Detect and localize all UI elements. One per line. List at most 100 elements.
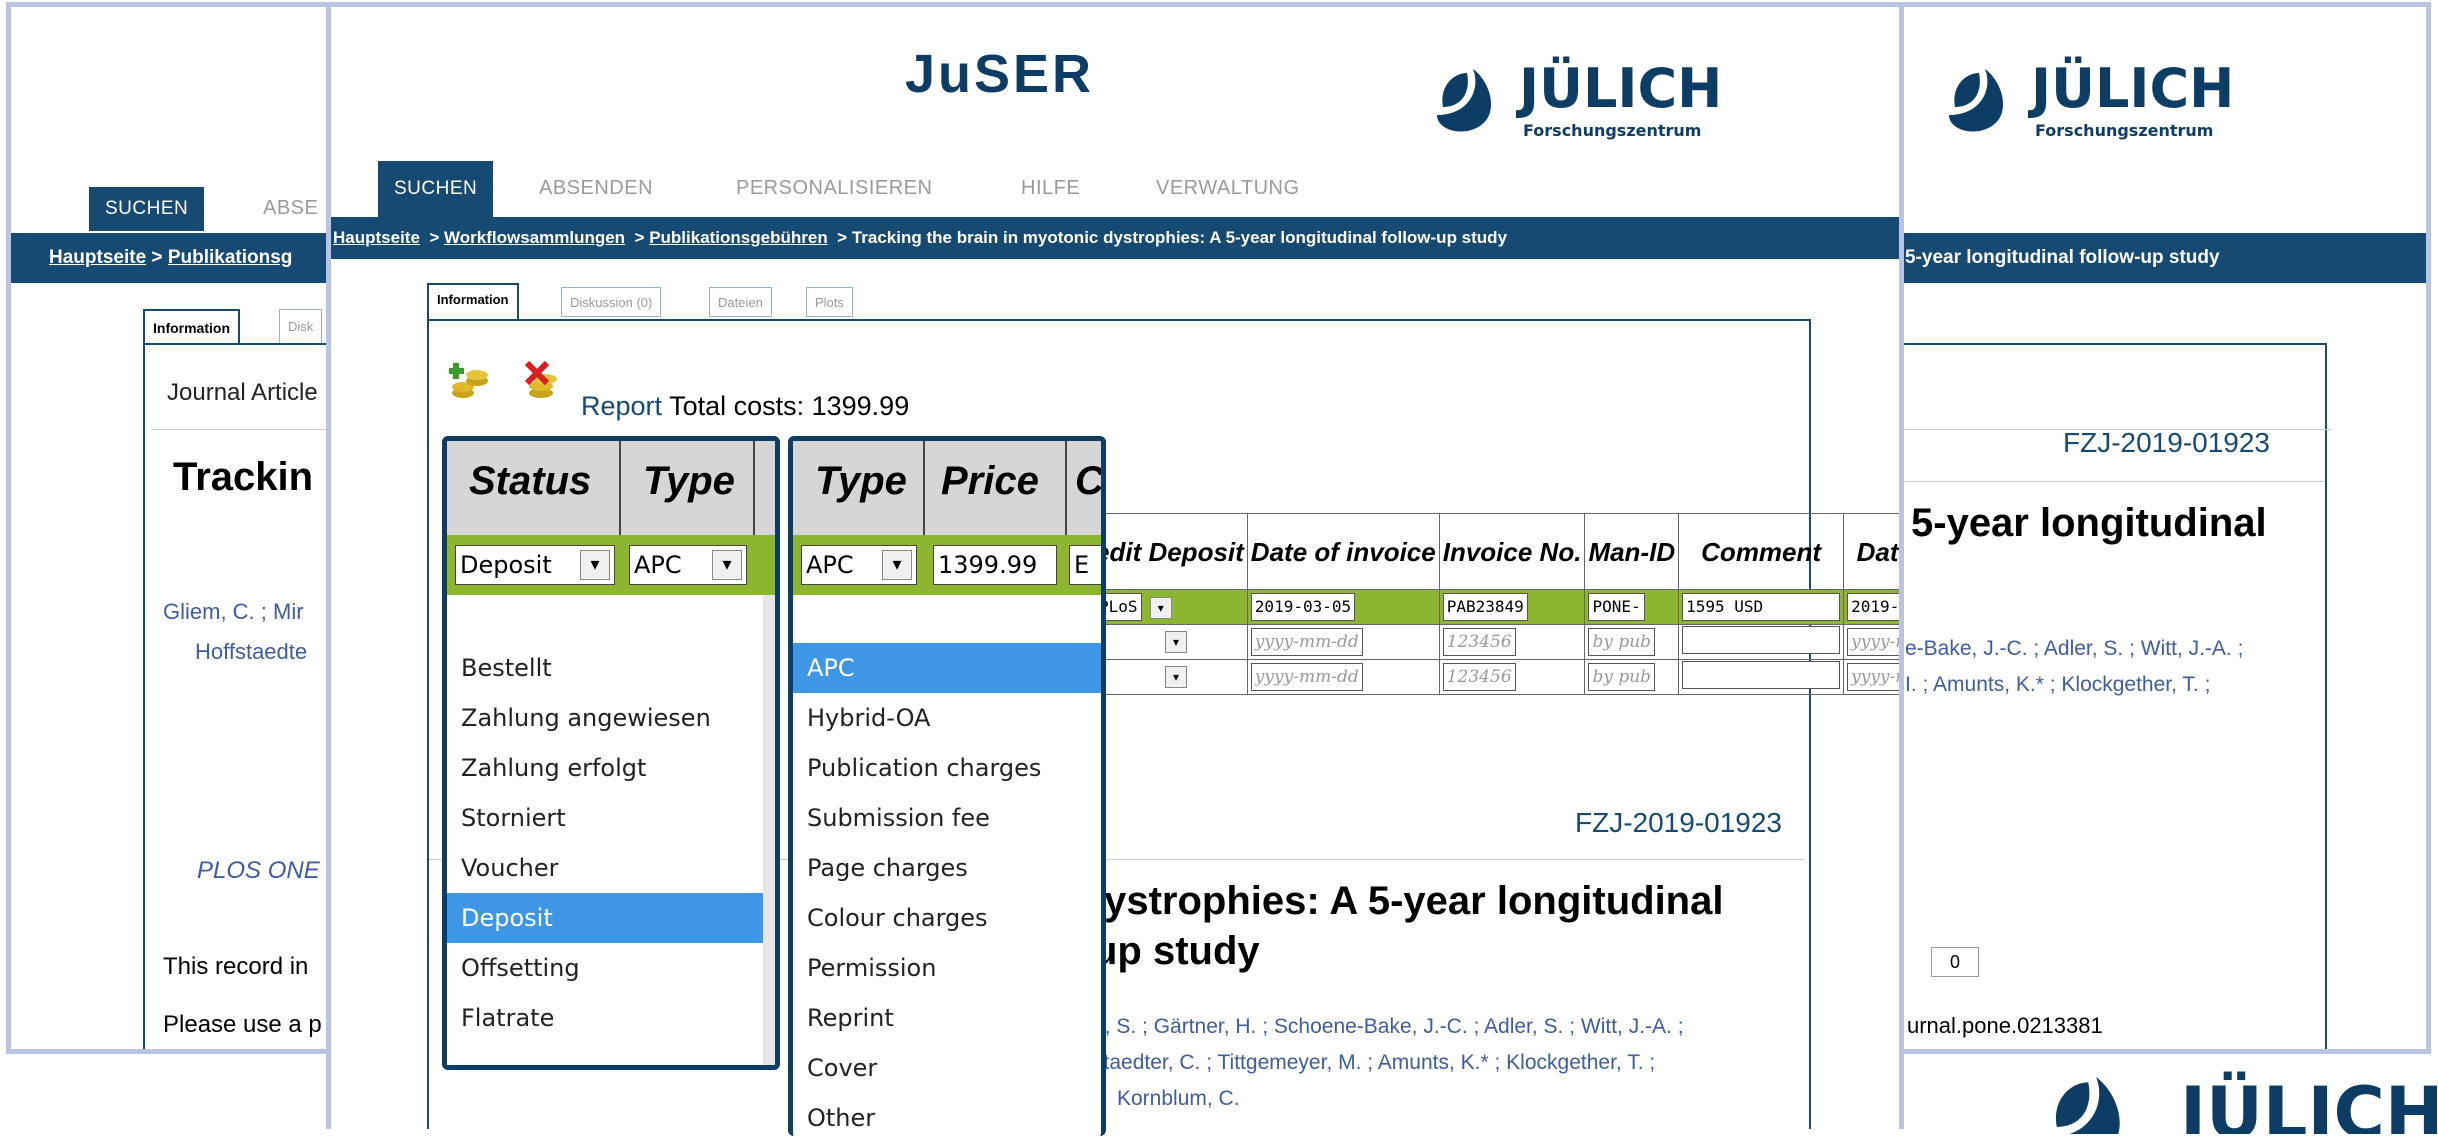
status-row: Deposit ▾ APC ▾	[447, 535, 775, 595]
scrollbar[interactable]	[763, 595, 775, 1065]
status-option[interactable]: Storniert	[447, 793, 775, 843]
type-option[interactable]: Permission	[793, 943, 1101, 993]
man-id-input-empty-2[interactable]: by pub	[1588, 663, 1656, 691]
tab-verwaltung[interactable]: VERWALTUNG	[1156, 177, 1300, 200]
share-counter[interactable]: 0	[1931, 947, 1979, 977]
tab-hilfe[interactable]: HILFE	[1021, 177, 1080, 200]
juelich-mark-icon-front	[1437, 69, 1492, 132]
usage-note: Please use a p	[163, 1011, 322, 1038]
type-select[interactable]: APC ▾	[801, 545, 917, 585]
tab-information-back[interactable]: Information	[143, 309, 240, 345]
invoice-no-input[interactable]: PAB23849	[1442, 593, 1528, 621]
type-option[interactable]: Cover	[793, 1043, 1101, 1093]
tab-diskussion[interactable]: Diskussion (0)	[561, 287, 662, 317]
type-option[interactable]: Hybrid-OA	[793, 693, 1101, 743]
col-status: Status	[469, 459, 592, 503]
currency-select[interactable]: E	[1069, 545, 1101, 585]
record-title-line1: lystrophies: A 5-year longitudinal	[1093, 879, 1724, 923]
tab-absenden[interactable]: ABSENDEN	[539, 177, 653, 200]
col-price: Price	[941, 459, 1039, 503]
type-option[interactable]: Submission fee	[793, 793, 1101, 843]
comment-input-empty-2[interactable]	[1682, 661, 1841, 689]
tab-information[interactable]: Information	[427, 283, 519, 321]
doi-fragment[interactable]: urnal.pone.0213381	[1907, 1013, 2103, 1039]
tab-suchen[interactable]: SUCHEN	[378, 161, 494, 217]
status-option[interactable]: Zahlung angewiesen	[447, 693, 775, 743]
authors-right-line1: e-Bake, J.-C. ; Adler, S. ; Witt, J.-A. …	[1905, 637, 2244, 660]
type-dropdown-zoom: Type Price Cu APC▾ 1399.99 E APC Hybrid-…	[788, 436, 1106, 1136]
man-id-input-empty[interactable]: by pub	[1588, 628, 1656, 656]
fee-table: edit Deposit Date of invoice Invoice No.…	[1091, 513, 1899, 695]
breadcrumb-back: Hauptseite > Publikationsg	[49, 247, 292, 269]
deposit-select-empty[interactable]: ▾	[1165, 631, 1187, 653]
type-option[interactable]: Other	[793, 1093, 1101, 1136]
authors-back-line1: Gliem, C. ; Mir	[163, 599, 304, 624]
chevron-down-icon: ▾	[580, 550, 610, 580]
price-input[interactable]: 1399.99	[933, 545, 1057, 585]
juelich-mark-icon	[1949, 69, 2004, 132]
chevron-down-icon: ▾	[712, 550, 742, 580]
date-input[interactable]: 2019-03	[1847, 593, 1899, 621]
status-select[interactable]: Deposit ▾	[455, 545, 615, 585]
type-select-status[interactable]: APC ▾	[629, 545, 747, 585]
record-title-line2: up study	[1093, 929, 1260, 973]
man-id-input[interactable]: PONE-	[1588, 593, 1645, 621]
status-option[interactable]: Voucher	[447, 843, 775, 893]
type-option[interactable]: Publication charges	[793, 743, 1101, 793]
type-table-header: Type Price Cu	[793, 441, 1101, 537]
tab-dateien[interactable]: Dateien	[709, 287, 772, 317]
tab-personalisieren[interactable]: PERSONALISIEREN	[736, 177, 932, 200]
total-costs: Total costs: 1399.99	[669, 391, 910, 421]
breadcrumb-home[interactable]: Hauptseite	[333, 228, 420, 247]
logo-wordmark: JÜLICH	[2031, 57, 2235, 120]
record-title-right: 5-year longitudinal	[1911, 501, 2267, 545]
tab-suchen-back[interactable]: SUCHEN	[89, 187, 205, 231]
tab-plots[interactable]: Plots	[806, 287, 853, 317]
breadcrumb-fees[interactable]: Publikationsgebühren	[649, 228, 828, 247]
record-type: Journal Article	[167, 379, 318, 406]
type-option[interactable]: Reprint	[793, 993, 1101, 1043]
type-option-selected[interactable]: APC	[793, 643, 1101, 693]
comment-input[interactable]: 1595 USD	[1682, 593, 1841, 621]
report-link[interactable]: Report	[581, 391, 662, 421]
date-of-invoice-input-empty-2[interactable]: yyyy-mm-dd	[1250, 663, 1363, 691]
type-option[interactable]: Page charges	[793, 843, 1101, 893]
site-title[interactable]: JuSER	[905, 43, 1094, 105]
authors-line2: staedter, C. ; Tittgemeyer, M. ; Amunts,…	[1093, 1051, 1656, 1074]
invoice-no-input-empty-2[interactable]: 123456	[1442, 663, 1516, 691]
invoice-no-input-empty[interactable]: 123456	[1442, 628, 1516, 656]
juelich-logo: JÜLICH Forschungszentrum	[1421, 51, 1741, 151]
date-input-empty[interactable]: yyyy-mi	[1847, 628, 1899, 656]
tab-absenden-back[interactable]: ABSE	[263, 197, 318, 220]
journal-name[interactable]: PLOS ONE	[197, 857, 320, 885]
date-input-empty-2[interactable]: yyyy-mi	[1847, 663, 1899, 691]
type-option[interactable]: Colour charges	[793, 893, 1101, 943]
status-option[interactable]: Offsetting	[447, 943, 775, 993]
logo-wordmark-bottom: JÜLICH	[2180, 1072, 2438, 1134]
record-id: FZJ-2019-01923	[1575, 807, 1783, 838]
record-note: This record in	[163, 953, 309, 980]
status-option[interactable]: Flatrate	[447, 993, 775, 1043]
col-deposit: edit Deposit	[1091, 513, 1248, 590]
tab-diskussion-back[interactable]: Disk	[279, 309, 323, 345]
col-comment: Comment	[1678, 513, 1845, 590]
col-man-id: Man-ID	[1584, 513, 1680, 590]
comment-input-empty[interactable]	[1682, 626, 1841, 654]
add-coins-icon[interactable]	[449, 359, 493, 403]
date-of-invoice-input-empty[interactable]: yyyy-mm-dd	[1250, 628, 1363, 656]
juelich-logo-right: JÜLICH Forschungszentrum	[1933, 51, 2253, 151]
date-of-invoice-input[interactable]: 2019-03-05	[1250, 593, 1356, 621]
record-title-back: Trackin	[173, 455, 314, 499]
breadcrumb-workflow[interactable]: Workflowsammlungen	[444, 228, 625, 247]
table-row: PLoS ▾ 2019-03-05 PAB23849 PONE- 1595 US…	[1091, 589, 1899, 625]
table-row: ▾ yyyy-mm-dd 123456 by pub yyyy-mi	[1091, 659, 1899, 695]
status-option[interactable]: Zahlung erfolgt	[447, 743, 775, 793]
remove-coins-icon[interactable]	[521, 359, 565, 403]
breadcrumb-home-link[interactable]: Hauptseite	[49, 247, 146, 268]
status-option-selected[interactable]: Deposit	[447, 893, 775, 943]
authors-right-line2: I. ; Amunts, K.* ; Klockgether, T. ;	[1905, 673, 2211, 696]
breadcrumb-fees-link[interactable]: Publikationsg	[168, 247, 293, 268]
deposit-select-empty-2[interactable]: ▾	[1165, 666, 1187, 688]
status-option[interactable]: Bestellt	[447, 643, 775, 693]
deposit-select[interactable]: PLoS ▾	[1091, 589, 1248, 625]
